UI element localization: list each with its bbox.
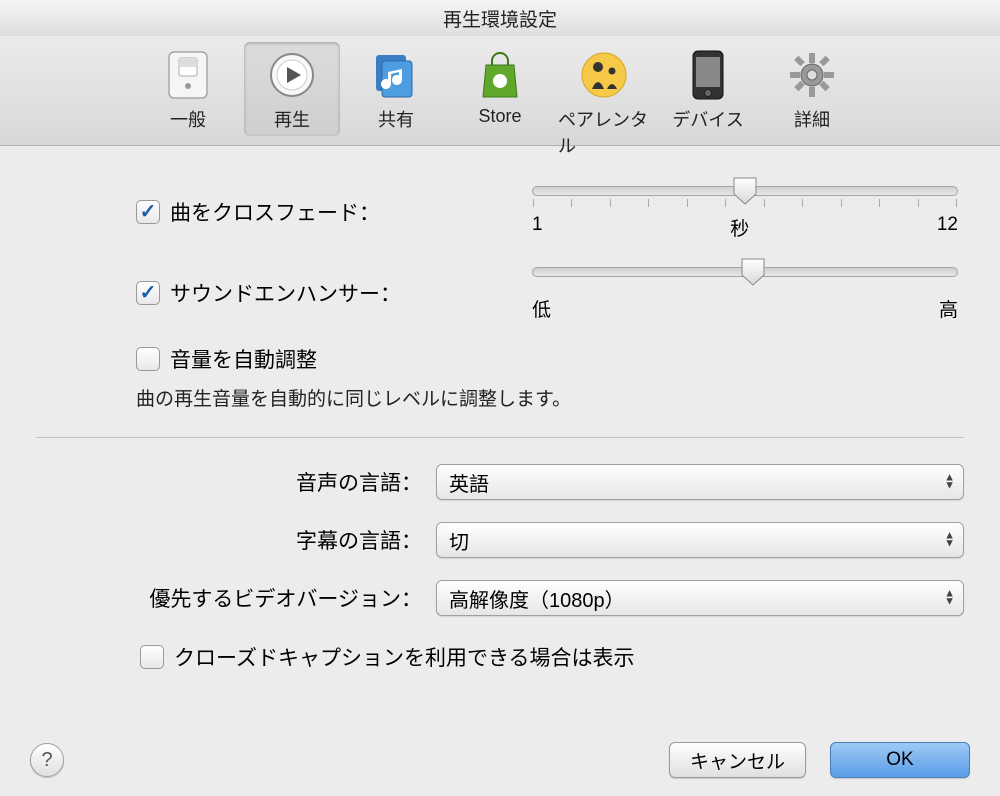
switch-icon <box>161 48 215 102</box>
help-icon: ? <box>41 749 52 772</box>
tab-parental-label: ペアレンタル <box>558 106 650 158</box>
sound-check-row: 音量を自動調整 <box>136 344 964 374</box>
closed-caption-row: クローズドキャプションを利用できる場合は表示 <box>140 642 964 672</box>
tab-devices-label: デバイス <box>672 106 743 132</box>
subtitle-lang-select[interactable]: 切 ▲▼ <box>436 522 964 558</box>
video-version-row: 優先するビデオバージョン： 高解像度（1080p） ▲▼ <box>36 580 964 616</box>
shopping-bag-icon <box>473 48 527 102</box>
tab-general[interactable]: 一般 <box>140 42 236 136</box>
tab-advanced[interactable]: 詳細 <box>764 42 860 136</box>
tab-playback-label: 再生 <box>274 106 310 132</box>
tab-store-label: Store <box>478 106 521 127</box>
crossfade-checkbox[interactable] <box>136 200 160 224</box>
enhancer-high-label: 高 <box>939 295 958 322</box>
toolbar: 一般 再生 共有 Store ペアレンタル デバイス 詳細 <box>0 36 1000 146</box>
music-files-icon <box>369 48 423 102</box>
enhancer-slider[interactable]: 低 高 <box>526 263 964 322</box>
audio-lang-select[interactable]: 英語 ▲▼ <box>436 464 964 500</box>
crossfade-label: 曲をクロスフェード： <box>170 197 380 227</box>
tab-parental[interactable]: ペアレンタル <box>556 42 652 162</box>
crossfade-min-label: 1 <box>532 214 543 241</box>
tab-sharing-label: 共有 <box>378 106 414 132</box>
video-version-select[interactable]: 高解像度（1080p） ▲▼ <box>436 580 964 616</box>
closed-caption-checkbox[interactable] <box>140 645 164 669</box>
tab-general-label: 一般 <box>170 106 206 132</box>
gear-icon <box>785 48 839 102</box>
sound-check-checkbox[interactable] <box>136 347 160 371</box>
divider <box>36 437 964 438</box>
play-icon <box>265 48 319 102</box>
enhancer-thumb <box>740 257 766 287</box>
audio-lang-value: 英語 <box>449 468 489 497</box>
audio-lang-row: 音声の言語： 英語 ▲▼ <box>36 464 964 500</box>
tab-playback[interactable]: 再生 <box>244 42 340 136</box>
crossfade-mid-label: 秒 <box>730 214 749 241</box>
help-button[interactable]: ? <box>30 743 64 777</box>
sound-check-desc: 曲の再生音量を自動的に同じレベルに調整します。 <box>136 384 964 411</box>
enhancer-label: サウンドエンハンサー： <box>170 278 401 308</box>
subtitle-lang-label: 字幕の言語： <box>36 525 436 555</box>
video-version-value: 高解像度（1080p） <box>449 584 625 613</box>
stepper-arrows-icon: ▲▼ <box>944 532 955 547</box>
audio-lang-label: 音声の言語： <box>36 467 436 497</box>
enhancer-checkbox[interactable] <box>136 281 160 305</box>
footer: ? キャンセル OK <box>0 742 1000 778</box>
tab-sharing[interactable]: 共有 <box>348 42 444 136</box>
subtitle-lang-row: 字幕の言語： 切 ▲▼ <box>36 522 964 558</box>
video-version-label: 優先するビデオバージョン： <box>36 583 436 613</box>
ok-button[interactable]: OK <box>830 742 970 778</box>
stepper-arrows-icon: ▲▼ <box>944 474 955 489</box>
tab-store[interactable]: Store <box>452 42 548 131</box>
crossfade-row: 曲をクロスフェード： 1 秒 12 <box>136 182 964 241</box>
window-title-text: 再生環境設定 <box>443 5 557 32</box>
parental-icon <box>577 48 631 102</box>
window-title: 再生環境設定 <box>0 0 1000 36</box>
stepper-arrows-icon: ▲▼ <box>944 590 955 605</box>
enhancer-low-label: 低 <box>532 295 551 322</box>
crossfade-slider[interactable]: 1 秒 12 <box>526 182 964 241</box>
enhancer-row: サウンドエンハンサー： 低 高 <box>136 263 964 322</box>
subtitle-lang-value: 切 <box>449 526 469 555</box>
sound-check-label: 音量を自動調整 <box>170 344 317 374</box>
device-icon <box>681 48 735 102</box>
crossfade-max-label: 12 <box>937 214 958 241</box>
tab-devices[interactable]: デバイス <box>660 42 756 136</box>
content-pane: 曲をクロスフェード： 1 秒 12 サウンドエンハンサー： <box>0 146 1000 672</box>
tab-advanced-label: 詳細 <box>794 106 830 132</box>
cancel-button[interactable]: キャンセル <box>669 742 806 778</box>
closed-caption-label: クローズドキャプションを利用できる場合は表示 <box>174 642 635 672</box>
